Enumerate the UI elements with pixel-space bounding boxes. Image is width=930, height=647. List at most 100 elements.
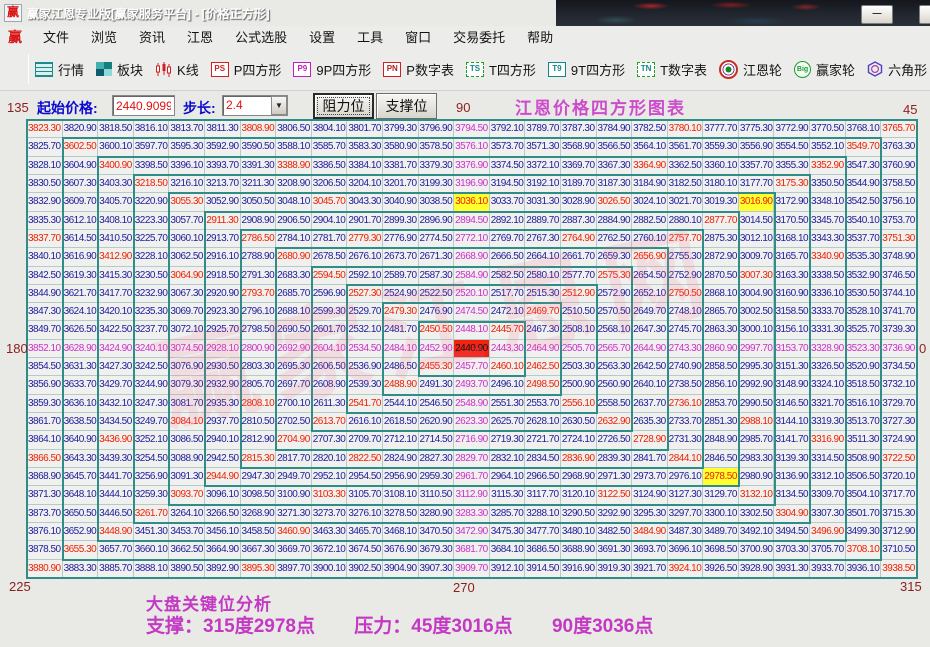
toolbar-9p-square[interactable]: P9 9P四方形: [293, 60, 371, 79]
toolbar-quotes[interactable]: 行情: [35, 60, 84, 79]
toolbar-winner-wheel[interactable]: Big 赢家轮: [794, 60, 855, 79]
grid-cell: 3616.90: [63, 248, 99, 266]
grid-cell: 3597.70: [134, 138, 170, 156]
grid-cell: 3871.30: [27, 486, 63, 504]
minimize-button[interactable]: —: [861, 5, 893, 24]
resistance-button[interactable]: 阻力位: [313, 93, 374, 119]
grid-cell: 3640.90: [63, 431, 99, 449]
grid-cell: 2978.50: [703, 468, 739, 486]
grid-cell: 3004.90: [739, 285, 775, 303]
toolbar-9t-square[interactable]: T9 9T四方形: [548, 60, 625, 79]
grid-cell: 2668.90: [454, 248, 490, 266]
grid-cell: 2584.90: [454, 267, 490, 285]
toolbar-p-number-table[interactable]: PN P数字表: [383, 60, 454, 79]
grid-cell: 3914.50: [525, 560, 561, 578]
grid-cell: 2606.50: [312, 358, 348, 376]
grid-cell: 3912.10: [490, 560, 526, 578]
toolbar-gann-wheel[interactable]: 江恩轮: [719, 60, 782, 79]
grid-cell: 2529.70: [347, 303, 383, 321]
grid-cell: 3288.10: [525, 505, 561, 523]
grid-cell: 2992.90: [739, 376, 775, 394]
grid-cell: 2673.70: [383, 248, 419, 266]
grid-cell: 2942.50: [205, 450, 241, 468]
grid-cell: 3612.10: [63, 212, 99, 230]
toolbar-t-square[interactable]: TS T四方形: [466, 60, 536, 79]
grid-cell: 3235.30: [134, 303, 170, 321]
grid-cell: 3038.50: [419, 193, 455, 211]
grid-cell: 3691.30: [597, 541, 633, 559]
grid-cell: 2546.50: [419, 395, 455, 413]
grid-cell: 3048.10: [276, 193, 312, 211]
grid-cell: 2983.30: [739, 450, 775, 468]
menu-news[interactable]: 资讯: [128, 27, 176, 48]
menu-help[interactable]: 帮助: [516, 27, 564, 48]
grid-cell: 3895.30: [241, 560, 277, 578]
toolbar-p-square[interactable]: PS P四方形: [211, 60, 282, 79]
grid-cell: 3664.90: [205, 541, 241, 559]
grid-cell: 3460.90: [276, 523, 312, 541]
grid-cell: 2779.30: [347, 230, 383, 248]
grid-cell: 2455.30: [419, 358, 455, 376]
support-level: 支撑：315度2978点: [146, 616, 315, 637]
grid-cell: 2683.30: [276, 267, 312, 285]
maximize-button[interactable]: ❐: [919, 5, 930, 24]
menu-browse[interactable]: 浏览: [80, 27, 128, 48]
grid-cell: 3470.50: [419, 523, 455, 541]
menu-file[interactable]: 文件: [32, 27, 80, 48]
grid-cell: 3225.70: [134, 230, 170, 248]
menu-formula-stock-pick[interactable]: 公式选股: [224, 27, 298, 48]
grid-cell: 3540.10: [846, 212, 882, 230]
grid-cell: 3708.10: [846, 541, 882, 559]
grid-cell: 3676.90: [383, 541, 419, 559]
grid-cell: 3369.70: [561, 157, 597, 175]
grid-cell: 3312.10: [810, 468, 846, 486]
t9-box-icon: T9: [548, 62, 566, 77]
kline-icon: [155, 62, 172, 77]
support-button[interactable]: 支撑位: [376, 93, 437, 119]
grid-cell: 3578.50: [419, 138, 455, 156]
grid-cell: 2839.30: [597, 450, 633, 468]
grid-cell: 2503.30: [561, 358, 597, 376]
grid-cell: 2918.50: [205, 267, 241, 285]
grid-cell: 3165.70: [774, 248, 810, 266]
grid-cell: 3240.10: [134, 340, 170, 358]
grid-cell: 3458.50: [241, 523, 277, 541]
menu-trade[interactable]: 交易委托: [442, 27, 516, 48]
grid-cell: 2858.50: [703, 358, 739, 376]
grid-cell: 3789.70: [525, 120, 561, 138]
grid-cell: 3175.30: [774, 175, 810, 193]
grid-cell: 3264.10: [169, 505, 205, 523]
toolbar-t-number-table[interactable]: TN T数字表: [637, 60, 707, 79]
grid-cell: 2798.50: [241, 321, 277, 339]
menu-settings[interactable]: 设置: [298, 27, 346, 48]
toolbar-sectors[interactable]: 板块: [96, 60, 143, 79]
grid-cell: 3184.90: [632, 175, 668, 193]
grid-cell: 3564.10: [632, 138, 668, 156]
grid-cell: 3739.30: [881, 321, 917, 339]
grid-cell: 3837.70: [27, 230, 63, 248]
grid-cell: 3280.90: [419, 505, 455, 523]
grid-cell: 2911.30: [205, 212, 241, 230]
grid-cell: 3348.10: [810, 193, 846, 211]
grid-cell: 3350.50: [810, 175, 846, 193]
toolbar-kline[interactable]: K线: [155, 60, 199, 79]
grid-cell: 3842.50: [27, 267, 63, 285]
grid-cell: 3705.70: [810, 541, 846, 559]
menu-window[interactable]: 窗口: [394, 27, 442, 48]
menu-gann[interactable]: 江恩: [176, 27, 224, 48]
toolbar-hexagon[interactable]: 六角形: [867, 60, 927, 79]
grid-cell: 3799.30: [383, 120, 419, 138]
grid-cell: 3573.70: [490, 138, 526, 156]
grid-cell: 3268.90: [241, 505, 277, 523]
grid-cell: 3129.70: [703, 486, 739, 504]
pn-box-icon: PN: [383, 62, 401, 77]
start-price-input[interactable]: [112, 95, 175, 116]
menu-tools[interactable]: 工具: [346, 27, 394, 48]
grid-cell: 2517.70: [490, 285, 526, 303]
degree-label-0: 0: [919, 341, 926, 356]
grid-cell: 3585.70: [312, 138, 348, 156]
grid-cell: 2815.30: [241, 450, 277, 468]
step-dropdown-button[interactable]: ▼: [271, 96, 287, 115]
grid-cell: 2748.10: [668, 303, 704, 321]
grid-cell: 3768.10: [846, 120, 882, 138]
